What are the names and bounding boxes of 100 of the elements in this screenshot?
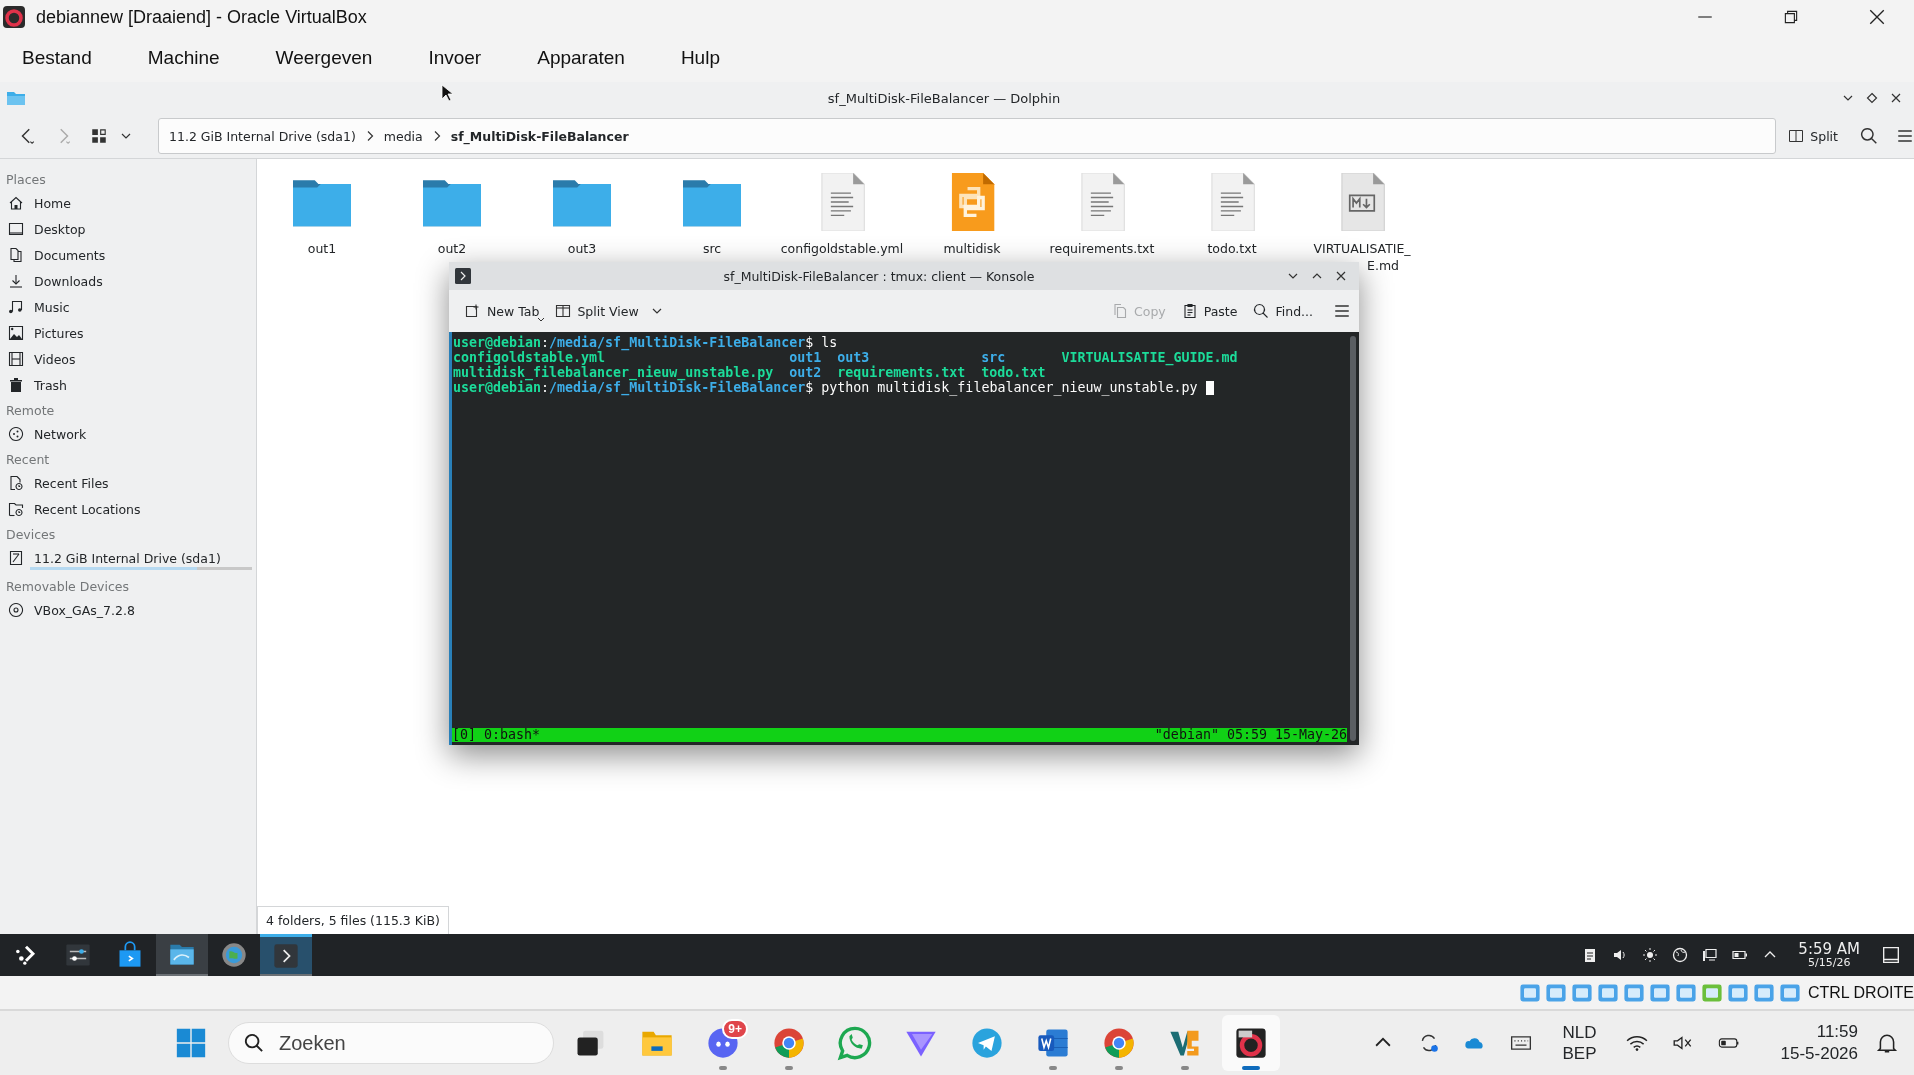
menu-item[interactable]: Bestand xyxy=(22,47,92,69)
scrollbar-thumb[interactable] xyxy=(1350,336,1356,741)
command-text: : xyxy=(541,380,550,395)
file-name[interactable]: multidisk xyxy=(943,241,1001,256)
sidebar-heading: Remote xyxy=(5,402,56,420)
input-language[interactable]: NLD xyxy=(1562,1021,1597,1043)
network-icon xyxy=(8,426,24,442)
chevron-icon xyxy=(365,130,374,142)
videos-icon xyxy=(8,351,24,367)
display-icon[interactable] xyxy=(1702,947,1719,963)
view-mode-icon[interactable] xyxy=(90,127,108,145)
clock-time[interactable]: 11:59 xyxy=(1816,1020,1858,1043)
sidebar-heading: Removable Devices xyxy=(5,578,131,596)
taskbar-button[interactable] xyxy=(1222,1015,1280,1071)
sidebar-item[interactable]: Videos xyxy=(34,351,76,367)
brightness-icon[interactable] xyxy=(1642,947,1659,963)
command-text: $ ls xyxy=(805,335,838,350)
file-name[interactable]: requirements.txt xyxy=(1049,241,1155,256)
sidebar-item[interactable]: Music xyxy=(34,299,70,315)
clock-date[interactable]: 5/15/26 xyxy=(1807,957,1851,970)
phone-chat-icon xyxy=(837,1025,873,1061)
menu-item[interactable]: Hulp xyxy=(680,47,720,69)
file-name[interactable]: out2 xyxy=(437,241,467,256)
caret-icon xyxy=(537,317,546,323)
sidebar-heading: Places xyxy=(5,171,47,189)
documents-icon xyxy=(8,247,24,263)
recent-locations-icon xyxy=(8,501,24,517)
directory-name: out2 xyxy=(789,365,822,380)
command-text: $ python multidisk_filebalancer_nieuw_unstable.py xyxy=(805,380,1198,395)
search-button[interactable]: Find... xyxy=(1247,299,1319,323)
paste-button[interactable]: Paste xyxy=(1175,299,1244,323)
globe-icon[interactable] xyxy=(1672,947,1689,963)
file-name[interactable]: configoldstable.yml xyxy=(780,241,904,256)
sidebar-item[interactable]: 11.2 GiB Internal Drive (sda1) xyxy=(34,550,221,566)
terminal-screen[interactable] xyxy=(449,332,1359,745)
new-tab-icon xyxy=(465,303,481,319)
sidebar-item[interactable]: Downloads xyxy=(34,273,103,289)
messenger-icon xyxy=(969,1025,1005,1061)
recent-files-icon xyxy=(8,475,24,491)
bell-icon[interactable] xyxy=(1876,1032,1898,1054)
prompt-user: user@debian xyxy=(453,380,542,395)
breadcrumb-item[interactable]: sf_MultiDisk-FileBalancer xyxy=(450,128,629,144)
directory-name: src xyxy=(981,350,1006,365)
search-field[interactable]: Zoeken xyxy=(228,1022,554,1064)
split-button[interactable]: Split xyxy=(1784,124,1842,148)
file-name[interactable]: out3 xyxy=(567,241,597,256)
start-icon[interactable] xyxy=(174,1026,208,1060)
sidebar-item[interactable]: VBox_GAs_7.2.8 xyxy=(34,602,135,618)
search-icon xyxy=(244,1033,264,1053)
sidebar-item[interactable]: Recent Locations xyxy=(34,501,141,517)
menu-icon[interactable] xyxy=(1333,302,1351,320)
menu-item[interactable]: Apparaten xyxy=(537,47,625,69)
file-name[interactable]: VIRTUALISATIE_ xyxy=(1313,241,1411,256)
menu-icon[interactable] xyxy=(1896,127,1914,145)
search-icon[interactable] xyxy=(1860,127,1878,145)
prompt-user: user@debian xyxy=(453,335,542,350)
clock-date[interactable]: 15-5-2026 xyxy=(1780,1043,1858,1066)
directory-name: out1 xyxy=(789,350,822,365)
file-name[interactable]: out1 xyxy=(307,241,337,256)
menu-item[interactable]: Weergeven xyxy=(275,47,373,69)
menu-item[interactable]: Invoer xyxy=(428,47,482,69)
file-name[interactable]: src xyxy=(702,241,722,256)
location-bar[interactable]: 11.2 GiB Internal Drive (sda1) media sf_MultiDisk-FileBalancer xyxy=(158,118,1777,154)
breadcrumb-item[interactable]: media xyxy=(383,128,423,144)
keyboard-layout[interactable]: BEP xyxy=(1562,1043,1597,1065)
file-name[interactable]: E.md xyxy=(1367,258,1399,273)
menu-item[interactable]: Machine xyxy=(147,47,220,69)
close-icon[interactable] xyxy=(1890,92,1902,104)
terminal-icon[interactable] xyxy=(260,934,312,976)
pictures-icon xyxy=(8,325,24,341)
sidebar-item[interactable]: Network xyxy=(34,426,87,442)
restore-icon[interactable] xyxy=(1782,8,1800,26)
command-text: : xyxy=(541,335,550,350)
file-name[interactable]: todo.txt xyxy=(1207,241,1257,256)
sidebar-item[interactable]: Home xyxy=(34,195,71,211)
file-name: multidisk_filebalancer_nieuw_unstable.py xyxy=(453,365,774,380)
downloads-icon xyxy=(8,273,24,289)
files-icon[interactable] xyxy=(156,934,208,976)
file-name: configoldstable.yml xyxy=(453,350,606,365)
sidebar-item[interactable]: Trash xyxy=(34,377,68,393)
breadcrumb-item[interactable]: 11.2 GiB Internal Drive (sda1) xyxy=(169,128,356,144)
clock-time[interactable]: 5:59 AM xyxy=(1798,940,1860,958)
file-name: requirements.txt xyxy=(837,365,966,380)
sidebar-item[interactable]: Pictures xyxy=(34,325,84,341)
window-title: sf_MultiDisk-FileBalancer — Dolphin xyxy=(827,90,1061,106)
sidebar-item[interactable]: Recent Files xyxy=(34,475,109,491)
sidebar-item[interactable]: Documents xyxy=(34,247,106,263)
file-name: VIRTUALISATIE_GUIDE.md xyxy=(1061,350,1238,365)
close-icon[interactable] xyxy=(1335,270,1347,282)
app-logo-icon xyxy=(2,5,26,29)
sidebar-item[interactable]: Desktop xyxy=(34,221,86,237)
taskbar-button[interactable]: 9+ xyxy=(694,1015,752,1071)
tmux-host-clock: "debian" 05:59 15-May-26 xyxy=(1154,728,1347,742)
tmux-window-list: [0] 0:bash* xyxy=(452,728,541,742)
split-button[interactable]: Split View xyxy=(549,299,669,323)
desktop-icon xyxy=(8,221,24,237)
close-icon[interactable] xyxy=(1868,8,1886,26)
maximize-icon[interactable] xyxy=(1866,92,1878,104)
new-tab-button[interactable]: New Tab xyxy=(459,299,546,323)
show-desktop-icon[interactable] xyxy=(1882,946,1900,964)
